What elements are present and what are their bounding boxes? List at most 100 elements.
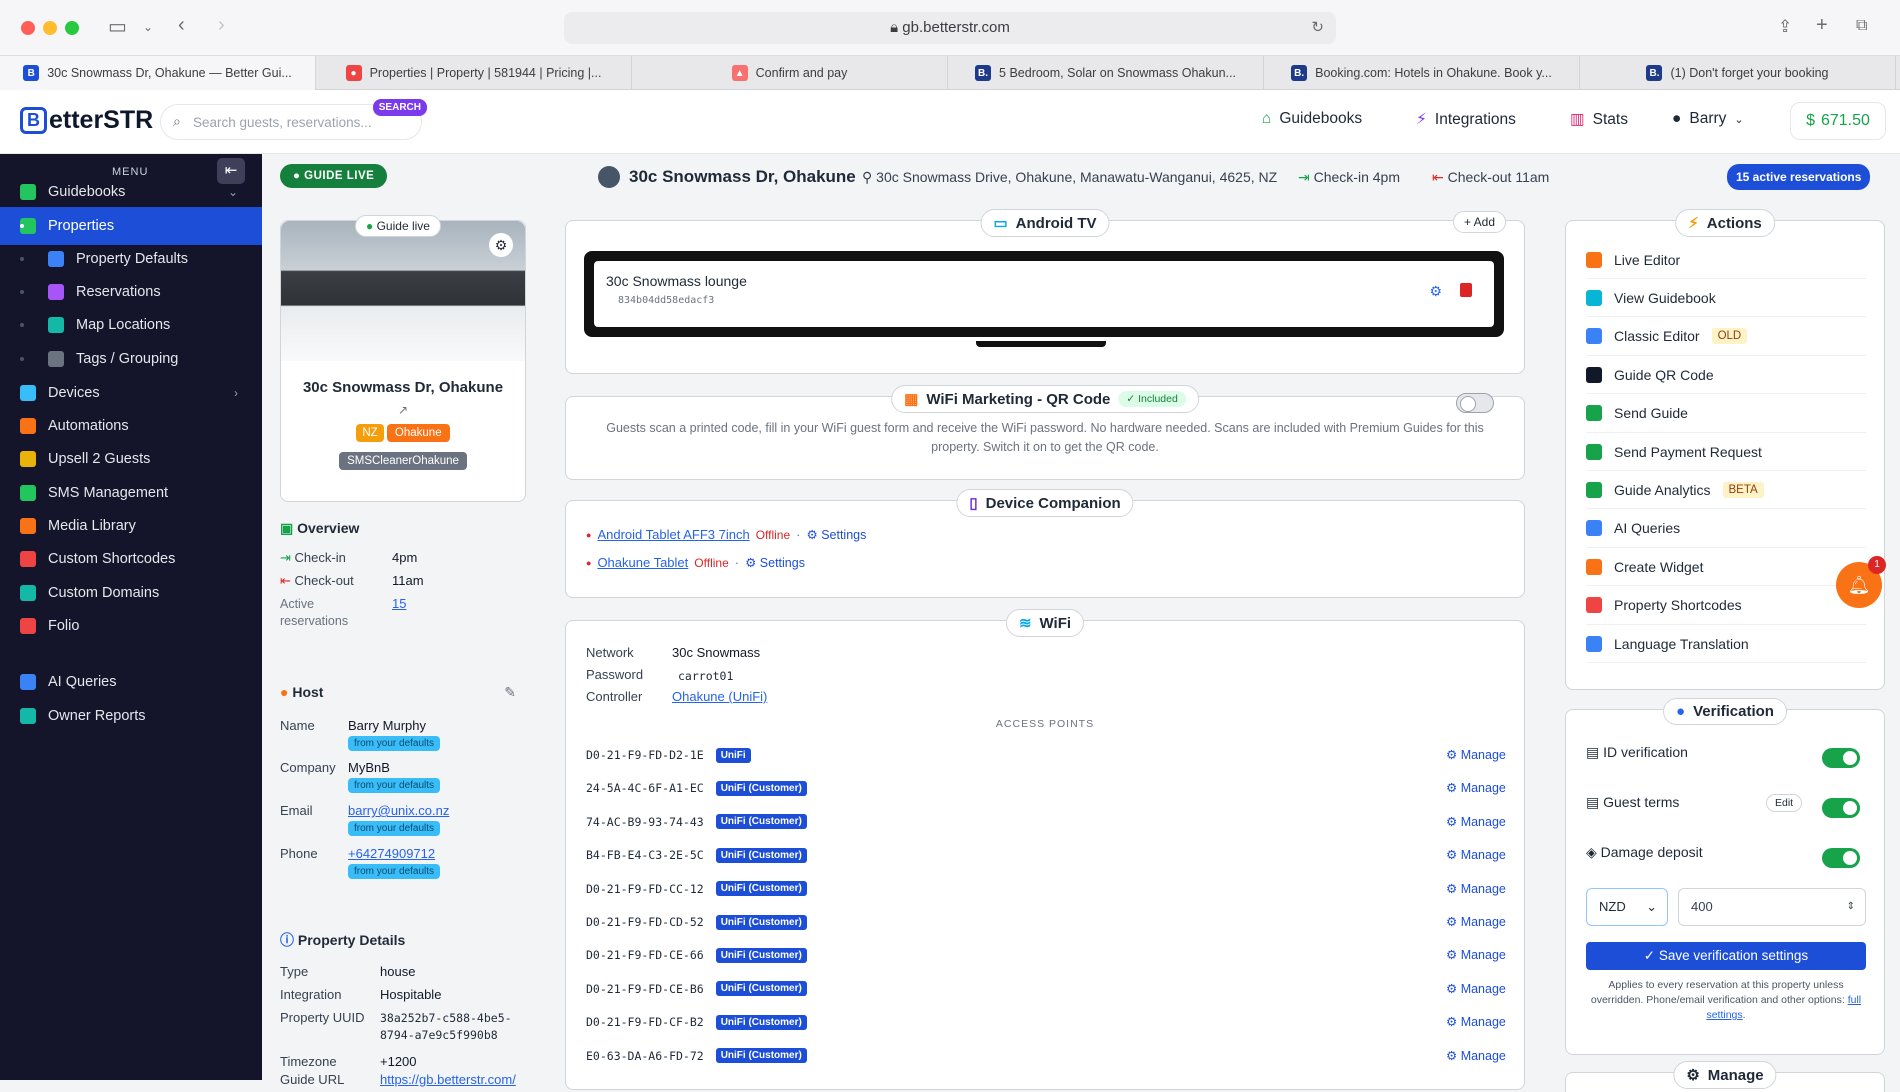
share-icon[interactable]: ⇪ [1778,17,1792,37]
device-settings-link[interactable]: ⚙ Settings [807,527,867,542]
active-reservations-badge[interactable]: 15 active reservations [1727,164,1871,190]
damage-deposit-toggle[interactable] [1822,848,1860,868]
access-point-row: D0-21-F9-FD-CD-52 UniFi (Customer) [586,912,1446,932]
manage-ap-button[interactable]: ⚙ Manage [1446,847,1506,862]
device-settings-link[interactable]: ⚙ Settings [745,555,805,570]
checkin-label: ⇥ Check-in [280,550,346,565]
notification-bell-icon[interactable]: 🔔︎ 1 [1836,556,1886,608]
companion-device-link[interactable]: Ohakune Tablet [597,555,688,570]
manage-ap-button[interactable]: ⚙ Manage [1446,947,1506,962]
reload-icon[interactable]: ↻ [1311,12,1324,44]
sidebar-item-guidebooks[interactable]: Guidebooks ⌄ [0,173,262,211]
forward-icon[interactable]: › [218,14,225,37]
custom-domains-icon [20,585,36,601]
chevron-down-icon[interactable]: ⌄ [143,20,153,34]
manage-ap-button[interactable]: ⚙ Manage [1446,780,1506,795]
sidebar-item-ai-queries[interactable]: AI Queries [0,663,262,701]
action-guide-analytics[interactable]: Guide Analytics BETA [1586,471,1866,510]
property-name: 30c Snowmass Dr, Ohakune [302,379,504,396]
companion-device-link[interactable]: Android Tablet AFF3 7inch [597,527,749,542]
sidebar-toggle-icon[interactable]: ▭ [108,14,127,39]
sidebar-item-tags-grouping[interactable]: Tags / Grouping [0,340,262,378]
device-status: Offline [755,527,791,542]
ap-badge: UniFi (Customer) [715,780,807,796]
defaults-chip: from your defaults [348,778,441,793]
stepper-icon[interactable]: ⇕ [1847,889,1855,925]
action-ai-queries[interactable]: AI Queries [1586,510,1866,548]
sidebar-item-custom-shortcodes[interactable]: Custom Shortcodes [0,540,262,578]
sidebar-item-folio[interactable]: Folio [0,607,262,645]
user-menu[interactable]: ● Barry ⌄ [1672,110,1744,128]
edit-icon[interactable]: ✎ [504,684,516,701]
back-icon[interactable]: ‹ [178,14,185,37]
browser-tab[interactable]: ▲ Confirm and pay [632,56,948,90]
nav-guidebooks[interactable]: ⌂ Guidebooks [1262,110,1362,128]
add-device-button[interactable]: + Add [1452,211,1506,233]
host-email-link[interactable]: barry@unix.co.nz [348,803,449,818]
gear-icon[interactable]: ⚙ [489,233,513,257]
sidebar-item-upsell-2-guests[interactable]: Upsell 2 Guests [0,440,262,478]
action-guide-qr-code[interactable]: Guide QR Code [1586,356,1866,395]
zoom-window-button[interactable] [65,21,79,35]
account-balance[interactable]: $671.50 [1790,102,1886,140]
controller-link[interactable]: Ohakune (UniFi) [672,689,767,704]
action-send-guide[interactable]: Send Guide [1586,395,1866,433]
gear-icon[interactable]: ⚙ [1429,283,1442,300]
tag-smscleaner[interactable]: SMSCleanerOhakune [339,452,467,470]
manage-ap-button[interactable]: ⚙ Manage [1446,747,1506,762]
tv-frame: 30c Snowmass lounge 834b04dd58edacf3 ⚙ [584,251,1504,337]
tag-ohakune[interactable]: Ohakune [386,424,450,442]
sidebar-item-owner-reports[interactable]: Owner Reports [0,697,262,735]
tag-nz[interactable]: NZ [356,424,384,442]
deposit-amount-input[interactable]: 400 ⇕ [1678,888,1866,926]
action-send-payment-request[interactable]: Send Payment Request [1586,433,1866,471]
close-window-button[interactable] [21,21,35,35]
new-tab-icon[interactable]: + [1816,14,1828,37]
action-classic-editor[interactable]: Classic Editor OLD [1586,318,1866,356]
trash-icon[interactable] [1460,283,1472,297]
search-pill: SEARCH [372,99,427,116]
access-point-row: E0-63-DA-A6-FD-72 UniFi (Customer) [586,1046,1446,1066]
action-property-shortcodes[interactable]: Property Shortcodes [1586,587,1866,625]
search-input[interactable]: ⌕ Search guests, reservations... SEARCH [160,99,427,140]
action-create-widget[interactable]: Create Widget [1586,548,1866,587]
manage-title: ⚙ Manage [1673,1061,1777,1089]
manage-ap-button[interactable]: ⚙ Manage [1446,814,1506,829]
host-name: Barry Murphy [348,718,427,733]
tv-device-row[interactable]: 30c Snowmass lounge 834b04dd58edacf3 ⚙ [594,261,1494,327]
browser-tab[interactable]: B. Booking.com: Hotels in Ohakune. Book y… [1264,56,1580,90]
nav-stats[interactable]: ▥ Stats [1570,110,1628,129]
manage-ap-button[interactable]: ⚙ Manage [1446,881,1506,896]
browser-tab[interactable]: B 30c Snowmass Dr, Ohakune — Better Gui..… [0,56,316,90]
currency-select[interactable]: NZD ⌄ [1586,888,1668,926]
wifi-marketing-toggle[interactable] [1456,393,1494,413]
betterstr-logo[interactable]: BetterSTR [20,106,153,135]
manage-ap-button[interactable]: ⚙ Manage [1446,1014,1506,1029]
manage-ap-button[interactable]: ⚙ Manage [1446,981,1506,996]
sidebar-item-map-locations[interactable]: Map Locations [0,306,262,344]
nav-integrations[interactable]: ⚡︎ Integrations [1416,110,1516,129]
save-verification-button[interactable]: ✓ Save verification settings [1586,942,1866,970]
action-language-translation[interactable]: Language Translation [1586,625,1866,663]
manage-ap-button[interactable]: ⚙ Manage [1446,914,1506,929]
browser-tab[interactable]: B. (1) Don't forget your booking [1580,56,1896,90]
external-link-icon[interactable]: ↗ [281,403,525,417]
action-label: Send Guide [1614,405,1688,422]
action-view-guidebook[interactable]: View Guidebook [1586,279,1866,318]
browser-tab[interactable]: ● Properties | Property | 581944 | Pricin… [316,56,632,90]
host-phone-link[interactable]: +64274909712 [348,846,435,861]
guest-terms-toggle[interactable] [1822,798,1860,818]
tab-overview-icon[interactable]: ⧉ [1856,17,1867,35]
edit-terms-button[interactable]: Edit [1766,794,1803,812]
id-verification-toggle[interactable] [1822,748,1860,768]
manage-ap-button[interactable]: ⚙ Manage [1446,1048,1506,1063]
minimize-window-button[interactable] [43,21,57,35]
tv-stand [976,341,1106,347]
active-reservations-link[interactable]: 15 [392,596,406,611]
chevron-right-icon: › [234,386,238,400]
wifi-marketing-title: ▦ WiFi Marketing - QR Code ✓ Included [891,385,1199,413]
guide-live-badge[interactable]: ● GUIDE LIVE [280,164,388,188]
address-bar[interactable]: 🔒︎ gb.betterstr.com ↻ [564,12,1336,44]
browser-tab[interactable]: B. 5 Bedroom, Solar on Snowmass Ohakun... [948,56,1264,90]
action-live-editor[interactable]: Live Editor [1586,241,1866,279]
